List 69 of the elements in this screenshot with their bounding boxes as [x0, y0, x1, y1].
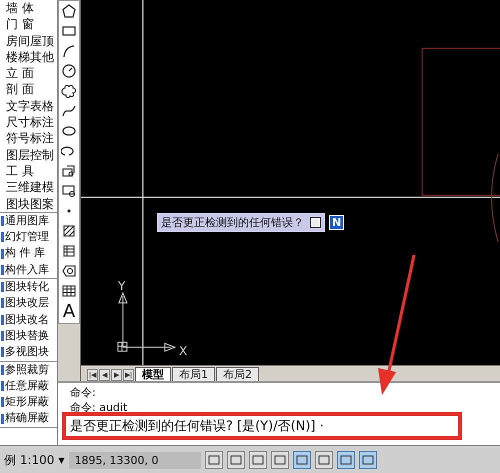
- toggle-icon: [340, 454, 352, 466]
- status-toggle[interactable]: [270, 451, 289, 469]
- menu-item[interactable]: 图层控制: [0, 146, 57, 163]
- menu-item[interactable]: 多视图块: [0, 344, 57, 361]
- menu-item[interactable]: 图块图案: [0, 196, 57, 212]
- menu-item[interactable]: 立 面: [0, 65, 57, 82]
- toggle-icon: [252, 454, 264, 466]
- menu-item[interactable]: 符号标注: [0, 130, 57, 147]
- text-tool[interactable]: A: [62, 303, 76, 321]
- menu-item[interactable]: 图块替换: [0, 328, 57, 344]
- menu-item[interactable]: 矩形屏蔽: [0, 394, 57, 410]
- table-icon[interactable]: [61, 283, 77, 299]
- layout-tab[interactable]: 模型: [135, 367, 171, 381]
- gradient-icon[interactable]: [61, 243, 77, 259]
- command-line: 是否更正检测到的任何错误? [是(Y)/否(N)] ·: [70, 419, 324, 434]
- menu-item[interactable]: 图块转化: [0, 279, 57, 296]
- polygon-icon[interactable]: [61, 3, 77, 19]
- menu-item[interactable]: 参照裁剪: [0, 362, 57, 378]
- menu-item[interactable]: 精确屏蔽: [0, 410, 57, 427]
- status-toggle[interactable]: [248, 451, 267, 469]
- ucs-axes-icon: [117, 292, 176, 352]
- menu-item[interactable]: 楼梯其他: [0, 48, 57, 66]
- menu-item[interactable]: 构件入库: [0, 262, 57, 278]
- menu-item[interactable]: 门 窗: [0, 16, 57, 33]
- menu-item[interactable]: 房间屋顶: [0, 32, 57, 49]
- status-toggle[interactable]: [292, 451, 311, 469]
- status-toggle[interactable]: [358, 451, 377, 469]
- menu-item[interactable]: 墙 体: [0, 0, 57, 16]
- insert-icon[interactable]: [61, 163, 77, 179]
- axis-label: Y: [118, 279, 126, 293]
- command-line: 命令:: [70, 385, 96, 400]
- menu-item[interactable]: 图块改名: [0, 312, 57, 328]
- layout-tab[interactable]: 布局2: [216, 367, 259, 381]
- toggle-icon: [362, 454, 374, 466]
- menu-item[interactable]: 工 具: [0, 162, 57, 180]
- status-toggle[interactable]: [204, 451, 223, 469]
- circle-icon[interactable]: [61, 63, 77, 79]
- options-icon[interactable]: [310, 217, 321, 228]
- menu-item[interactable]: 尺寸标注: [0, 114, 57, 130]
- toggle-icon: [296, 454, 308, 466]
- coordinates-readout: 1895, 13300, 0: [68, 452, 201, 468]
- toggle-icon: [318, 454, 330, 466]
- menu-item[interactable]: 通用图库: [0, 212, 57, 230]
- status-toggle[interactable]: [336, 451, 355, 469]
- menu-item[interactable]: 文字表格: [0, 98, 57, 114]
- status-toggle[interactable]: [314, 451, 333, 469]
- dropdown-caret[interactable]: ▼: [58, 456, 65, 464]
- toggle-icon: [274, 454, 286, 466]
- menu-item[interactable]: 构 件 库: [0, 245, 57, 262]
- input-field[interactable]: N: [329, 215, 344, 230]
- menu-item[interactable]: 幻灯管理: [0, 229, 57, 246]
- axis-label: X: [179, 344, 188, 358]
- region-icon[interactable]: [61, 263, 77, 279]
- toggle-icon: [208, 454, 220, 466]
- cloud-icon[interactable]: [61, 83, 77, 99]
- status-toggle[interactable]: [226, 451, 245, 469]
- scale-label[interactable]: 例 1:100: [4, 452, 54, 468]
- layout-tab[interactable]: 布局1: [172, 367, 215, 381]
- dynamic-input-prompt: 是否更正检测到的任何错误？: [157, 213, 325, 232]
- arc-icon[interactable]: [61, 43, 77, 59]
- menu-item[interactable]: 三维建模: [0, 179, 57, 196]
- toggle-icon: [230, 454, 242, 466]
- hatch-icon[interactable]: [61, 223, 77, 239]
- menu-item[interactable]: 剖 面: [0, 81, 57, 98]
- block-icon[interactable]: [61, 183, 77, 199]
- command-line: 命令: audit: [70, 400, 128, 415]
- menu-item[interactable]: 图块改层: [0, 295, 57, 312]
- spline-icon[interactable]: [61, 103, 77, 119]
- menu-item[interactable]: 任意屏蔽: [0, 378, 57, 394]
